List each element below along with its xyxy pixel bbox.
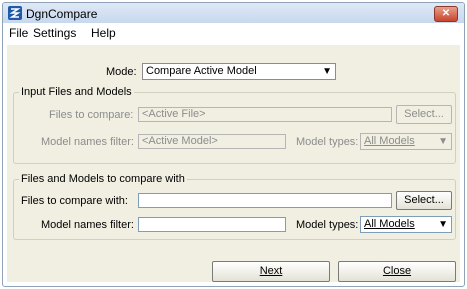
files-to-compare-with-field[interactable] [138,193,392,208]
mode-label: Mode: [106,66,137,78]
input-model-types-value: All Models [364,135,415,147]
compare-model-types-label: Model types: [296,219,359,231]
input-select-button[interactable]: Select... [396,105,452,124]
compare-model-filter-field[interactable] [138,217,286,232]
input-files-group: Input Files and Models Files to compare:… [13,86,456,164]
dgncompare-window: DgnCompare ✕ File Settings Help Mode: Co… [2,2,465,287]
compare-model-types-value: All Models [364,218,415,230]
input-model-types-label: Model types: [296,136,359,148]
title-bar[interactable]: DgnCompare ✕ [3,3,464,23]
dgncompare-app-icon [8,6,22,20]
close-window-button[interactable]: ✕ [434,6,458,22]
files-to-compare-with-label: Files to compare with: [21,195,128,207]
menu-file[interactable]: File [9,26,28,40]
chevron-down-icon: ▼ [322,66,332,77]
chevron-down-icon: ▼ [438,219,448,230]
mode-dropdown-value: Compare Active Model [146,65,257,77]
close-button-label: Close [382,265,412,277]
input-files-group-title: Input Files and Models [19,86,134,98]
compare-model-filter-label: Model names filter: [41,219,134,231]
compare-select-button[interactable]: Select... [396,191,452,210]
chevron-down-icon: ▼ [438,136,448,147]
input-model-types-dropdown[interactable]: All Models ▼ [360,133,452,150]
compare-model-types-dropdown[interactable]: All Models ▼ [360,216,452,233]
files-to-compare-field[interactable]: <Active File> [138,107,392,122]
menu-bar: File Settings Help [3,23,464,43]
compare-with-group-title: Files and Models to compare with [19,173,187,185]
mode-dropdown[interactable]: Compare Active Model ▼ [142,63,336,80]
menu-settings[interactable]: Settings [33,26,76,40]
compare-with-group: Files and Models to compare with Files t… [13,173,456,240]
close-button[interactable]: Close [338,261,456,282]
input-model-filter-field[interactable]: <Active Model> [138,134,286,149]
files-to-compare-label: Files to compare: [49,109,134,121]
input-model-filter-label: Model names filter: [41,136,134,148]
next-button-label: Next [259,265,283,277]
window-title: DgnCompare [26,7,98,21]
dialog-body: Mode: Compare Active Model ▼ Input Files… [7,45,460,282]
close-icon: ✕ [441,8,451,19]
menu-help[interactable]: Help [91,26,116,40]
next-button[interactable]: Next [212,261,330,282]
